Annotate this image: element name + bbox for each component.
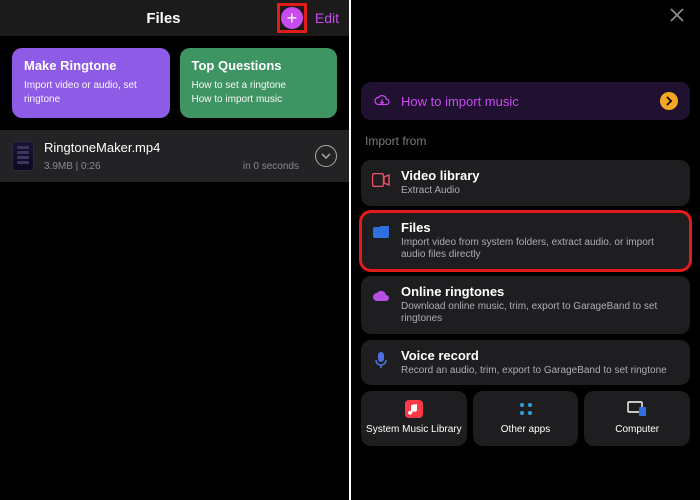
bottom-grid: System Music Library Other apps Computer [361,391,690,446]
file-meta: 3.9MB | 0:26 [44,161,101,172]
file-info: RingtoneMaker.mp4 3.9MB | 0:26 in 0 seco… [44,140,305,172]
right-screen: How to import music Import from Video li… [349,0,700,500]
option-desc: Extract Audio [401,185,480,198]
apps-grid-icon [516,399,536,419]
top-questions-card[interactable]: Top Questions How to set a ringtone How … [180,48,338,118]
left-screen: Files + Edit Make Ringtone Import video … [0,0,349,500]
option-desc: Download online music, trim, export to G… [401,301,680,326]
grid-computer[interactable]: Computer [584,391,690,446]
close-icon[interactable] [668,6,686,24]
file-age: in 0 seconds [243,161,299,172]
add-button-highlight: + [277,3,307,33]
option-video-library[interactable]: Video library Extract Audio [361,160,690,206]
folder-icon [371,222,391,242]
chevron-right-icon [665,96,673,106]
how-to-banner[interactable]: How to import music [361,82,690,120]
grid-other-apps[interactable]: Other apps [473,391,579,446]
banner-arrow [660,92,678,110]
option-voice-record[interactable]: Voice record Record an audio, trim, expo… [361,340,690,386]
topbar: Files + Edit [0,0,349,36]
card-subtitle: How to set a ringtone How to import musi… [192,79,326,106]
plus-icon: + [287,9,298,27]
option-online-ringtones[interactable]: Online ringtones Download online music, … [361,276,690,334]
option-title: Files [401,220,680,235]
page-title: Files [50,10,277,27]
card-subtitle: Import video or audio, set ringtone [24,79,158,106]
banner-text: How to import music [401,94,650,109]
add-button[interactable]: + [281,7,303,29]
cloud-download-icon [373,94,391,108]
cloud-icon [371,286,391,306]
left-body: Make Ringtone Import video or audio, set… [0,36,349,500]
computer-icon [627,399,647,419]
music-app-icon [404,399,424,419]
chevron-down-icon [321,151,331,161]
option-desc: Import video from system folders, extrac… [401,237,680,262]
option-title: Video library [401,168,480,183]
card-title: Top Questions [192,58,326,73]
file-row[interactable]: RingtoneMaker.mp4 3.9MB | 0:26 in 0 seco… [0,130,349,182]
edit-button[interactable]: Edit [307,10,339,26]
sheet-topbar [351,0,700,30]
option-files[interactable]: Files Import video from system folders, … [361,212,690,270]
file-name: RingtoneMaker.mp4 [44,140,305,155]
file-thumbnail [12,141,34,171]
option-desc: Record an audio, trim, export to GarageB… [401,365,667,378]
microphone-icon [371,350,391,370]
option-title: Online ringtones [401,284,680,299]
grid-label: Other apps [501,424,550,436]
option-title: Voice record [401,348,667,363]
cards-row: Make Ringtone Import video or audio, set… [0,36,349,126]
video-icon [371,170,391,190]
grid-system-music[interactable]: System Music Library [361,391,467,446]
make-ringtone-card[interactable]: Make Ringtone Import video or audio, set… [12,48,170,118]
section-label: Import from [351,128,700,154]
expand-button[interactable] [315,145,337,167]
grid-label: System Music Library [366,424,462,436]
grid-label: Computer [615,424,659,436]
card-title: Make Ringtone [24,58,158,73]
